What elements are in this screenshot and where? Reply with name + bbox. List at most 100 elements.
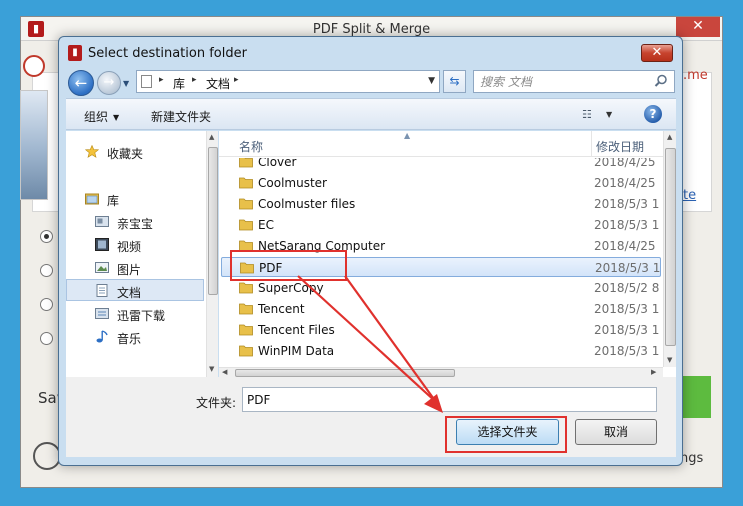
nav-item-qinbaobao[interactable]: 亲宝宝 [66, 211, 204, 233]
file-row[interactable]: Coolmuster 2018/4/25 [221, 173, 661, 193]
forward-button[interactable]: → [97, 71, 121, 95]
file-date: 2018/5/3 1 [594, 344, 660, 358]
horizontal-scroll-thumb[interactable] [235, 369, 455, 377]
nav-pane-scrollbar[interactable]: ▲ ▼ [206, 131, 218, 377]
background-green-button[interactable] [683, 376, 711, 418]
background-folder-circle-icon[interactable] [33, 442, 61, 470]
file-row[interactable]: NetSarang Computer 2018/4/25 [221, 236, 661, 256]
breadcrumb-library[interactable]: 库 [173, 75, 185, 92]
vertical-scroll-thumb[interactable] [665, 148, 676, 346]
dialog-titlebar: ▮ Select destination folder ✕ [59, 37, 682, 67]
background-radio-1[interactable] [40, 230, 53, 243]
organize-menu[interactable]: 组织 ▼ [84, 108, 119, 125]
file-name: SuperCopy [258, 281, 324, 295]
column-divider[interactable] [591, 131, 592, 157]
new-folder-button[interactable]: 新建文件夹 [151, 108, 211, 125]
address-dropdown-icon[interactable]: ▼ [428, 76, 435, 86]
dialog-close-button[interactable]: ✕ [641, 44, 673, 62]
view-list-icon[interactable]: ☷ [582, 108, 592, 121]
file-name: Coolmuster files [258, 197, 356, 211]
download-icon [95, 308, 109, 319]
folder-icon [239, 198, 253, 210]
file-rows: Clover 2018/4/25 Coolmuster 2018/4/25 Co… [219, 158, 663, 367]
back-button[interactable]: ← [68, 70, 94, 96]
search-box[interactable] [473, 70, 675, 93]
nav-item-pictures[interactable]: 图片 [66, 257, 204, 279]
search-input[interactable] [480, 74, 650, 90]
scroll-left-icon[interactable]: ◀ [222, 368, 227, 376]
nav-item-favorites[interactable]: 收藏夹 [66, 141, 204, 163]
file-name: WinPIM Data [258, 344, 335, 358]
file-list-horizontal-scrollbar[interactable]: ◀ ▶ [219, 367, 663, 377]
nav-item-documents[interactable]: 文档 [66, 279, 204, 301]
file-date: 2018/5/2 8 [594, 281, 660, 295]
background-right-text: .me [683, 68, 708, 83]
nav-item-thunder-downloads[interactable]: 迅雷下载 [66, 303, 204, 325]
file-name: Tencent [258, 302, 305, 316]
no-sign-icon [23, 55, 45, 77]
file-date: 2018/5/3 1 [594, 197, 660, 211]
library-folder-icon [95, 216, 109, 227]
column-header-name[interactable]: 名称 [239, 138, 263, 155]
background-radio-2[interactable] [40, 264, 53, 277]
file-row-selected[interactable]: PDF 2018/5/3 1 [221, 257, 661, 277]
scroll-up-icon[interactable]: ▲ [667, 133, 672, 141]
library-icon [85, 193, 99, 205]
folder-icon [239, 324, 253, 336]
file-date: 2018/5/3 1 [594, 302, 660, 316]
file-row[interactable]: Tencent 2018/5/3 1 [221, 299, 661, 319]
cancel-button[interactable]: 取消 [575, 419, 657, 445]
file-list-vertical-scrollbar[interactable]: ▲ ▼ [663, 131, 676, 367]
file-name: PDF [259, 261, 283, 275]
video-icon [95, 238, 109, 251]
background-settings-text[interactable]: ngs [680, 451, 703, 466]
background-close-button[interactable]: ✕ [676, 17, 720, 37]
view-dropdown-icon[interactable]: ▼ [606, 110, 612, 119]
folder-icon [239, 177, 253, 189]
scroll-down-icon[interactable]: ▼ [667, 356, 672, 364]
nav-item-label: 视频 [117, 240, 142, 254]
star-icon [85, 145, 99, 158]
file-row[interactable]: WinPIM Data 2018/5/3 1 [221, 341, 661, 361]
address-bar[interactable]: ▸ 库 ▸ 文档 ▸ ▼ [136, 70, 440, 93]
nav-item-music[interactable]: 音乐 [66, 326, 204, 348]
file-row[interactable]: Tencent Files 2018/5/3 1 [221, 320, 661, 340]
nav-item-label: 迅雷下载 [117, 309, 166, 323]
background-radio-3[interactable] [40, 298, 53, 311]
organize-label: 组织 [84, 110, 109, 124]
refresh-button[interactable]: ⇆ [443, 70, 466, 93]
scroll-right-icon[interactable]: ▶ [651, 368, 656, 376]
folder-icon [239, 240, 253, 252]
file-name: EC [258, 218, 274, 232]
file-date: 2018/4/25 [594, 239, 656, 253]
help-icon[interactable]: ? [644, 105, 662, 123]
file-row[interactable]: SuperCopy 2018/5/2 8 [221, 278, 661, 298]
dialog-app-icon: ▮ [68, 45, 82, 61]
breadcrumb-documents[interactable]: 文档 [206, 75, 230, 92]
nav-pane-scroll-thumb[interactable] [208, 147, 218, 295]
search-icon[interactable] [654, 74, 668, 88]
background-right-link[interactable]: te [683, 188, 696, 203]
nav-item-label: 图片 [117, 263, 142, 277]
file-row[interactable]: EC 2018/5/3 1 [221, 215, 661, 235]
history-dropdown-icon[interactable]: ▼ [123, 79, 129, 88]
folder-icon [240, 262, 254, 274]
nav-item-libraries[interactable]: 库 [66, 188, 204, 210]
background-radio-4[interactable] [40, 332, 53, 345]
file-row[interactable]: Coolmuster files 2018/5/3 1 [221, 194, 661, 214]
scroll-down-icon[interactable]: ▼ [209, 365, 214, 373]
breadcrumb-separator-icon[interactable]: ▸ [234, 75, 239, 85]
folder-icon [239, 158, 253, 168]
scroll-up-icon[interactable]: ▲ [209, 133, 214, 141]
breadcrumb-separator-icon[interactable]: ▸ [192, 75, 197, 85]
folder-name-input[interactable] [242, 387, 657, 412]
file-row[interactable]: Clover 2018/4/25 [221, 158, 661, 172]
nav-item-videos[interactable]: 视频 [66, 234, 204, 256]
select-folder-button[interactable]: 选择文件夹 [456, 419, 559, 445]
breadcrumb-separator-icon[interactable]: ▸ [159, 75, 164, 85]
folder-icon [239, 282, 253, 294]
dialog-footer: 文件夹: 选择文件夹 取消 [66, 377, 676, 457]
column-header-date[interactable]: 修改日期 [596, 138, 644, 155]
nav-item-label: 库 [107, 194, 120, 208]
folder-icon [239, 219, 253, 231]
